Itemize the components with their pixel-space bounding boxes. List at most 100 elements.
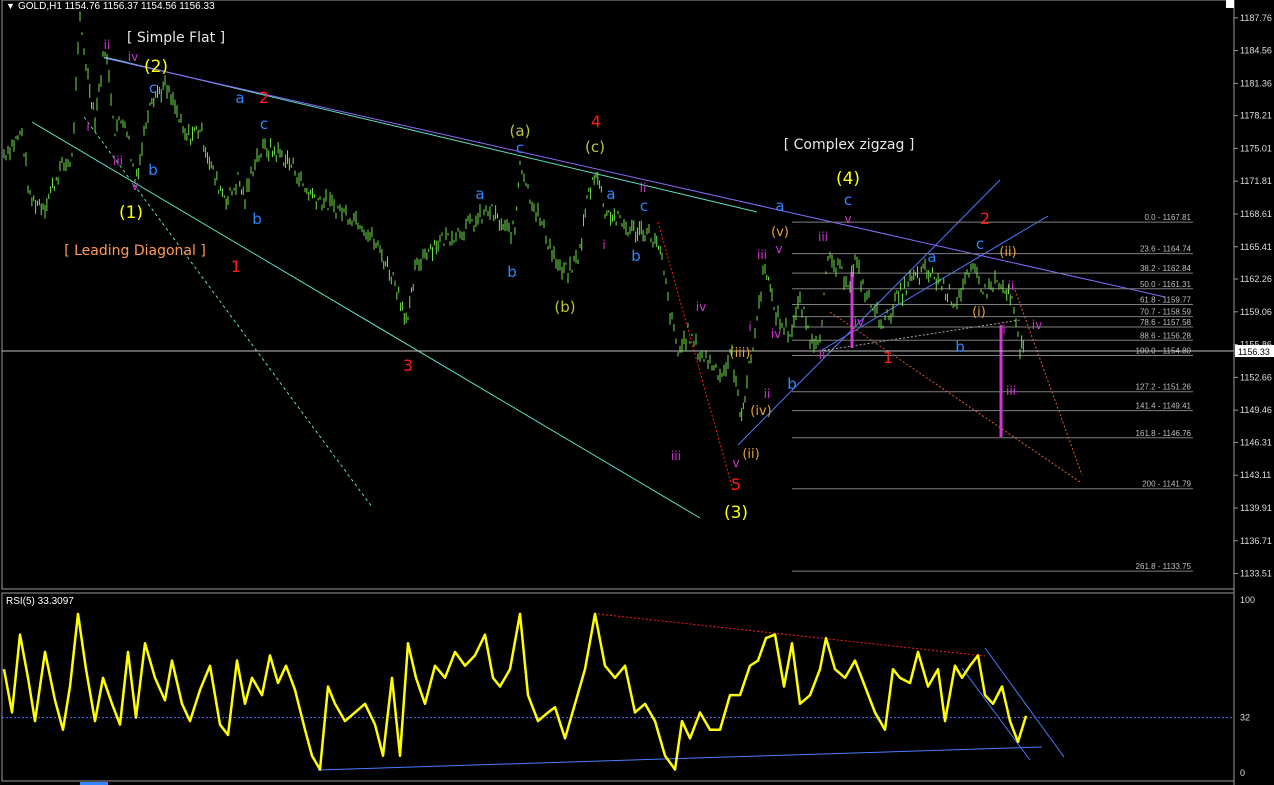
wave-label: 1 <box>883 348 893 367</box>
price-tick-label: 1159.06 <box>1240 307 1272 317</box>
fib-level-label: 127.2 - 1151.26 <box>1136 383 1192 392</box>
rsi-channel-a <box>984 647 1065 758</box>
rsi-tick-label: 100 <box>1240 595 1255 605</box>
wave-label: b <box>955 338 965 356</box>
wave-label: (i) <box>972 305 986 320</box>
wave-label: b <box>507 263 517 281</box>
scroll-indicator[interactable] <box>1226 0 1234 8</box>
wave-label: c <box>976 235 984 253</box>
price-tick-label: 1184.56 <box>1240 46 1272 56</box>
fib-level-label: 23.6 - 1164.74 <box>1140 245 1192 254</box>
wave-label: i <box>86 120 89 134</box>
wave-label: iv <box>854 315 864 329</box>
wave-label: v <box>844 212 851 226</box>
wave-label: ii <box>640 181 647 195</box>
price-tick-label: 1171.81 <box>1240 176 1272 186</box>
fib-level-label: 88.6 - 1156.28 <box>1140 331 1192 340</box>
wave-label: v <box>732 456 739 470</box>
wave-label: 2 <box>980 209 990 228</box>
price-tick-label: 1187.76 <box>1240 13 1272 23</box>
wave-label: v <box>131 179 138 193</box>
drawing-objects <box>31 56 1166 771</box>
wave-label: (v) <box>771 225 789 240</box>
chart-menu-icon[interactable]: ▼ <box>6 1 15 11</box>
wave-label: iv <box>128 50 138 64</box>
wave-label: iii <box>113 154 123 168</box>
wave-label: iv <box>1032 318 1042 332</box>
price-tick-label: 1136.71 <box>1240 536 1272 546</box>
wave-label: v <box>775 242 782 256</box>
wave-label: 5 <box>731 475 741 494</box>
grey-dashed-line <box>819 319 1021 352</box>
wave-label: (4) <box>836 169 860 189</box>
wave-label: i <box>602 238 605 252</box>
wave-label: a <box>927 248 936 266</box>
rsi-support-line <box>317 746 1043 771</box>
current-price-label: 1156.33 <box>1238 347 1270 357</box>
red-dashed-line-1 <box>657 221 734 491</box>
wave-label: c <box>640 197 648 215</box>
wave-label: ii <box>1008 279 1015 293</box>
wave-label: i <box>1002 323 1005 337</box>
rsi-line <box>2 612 1028 771</box>
wave-labels: [ Simple Flat ] [ Leading Diagonal ] [ Com… <box>64 30 1042 523</box>
wave-label: a <box>235 89 244 107</box>
wave-label: (a) <box>510 122 531 140</box>
chart-window: ▼ GOLD,H1 1154.76 1156.37 1154.56 1156.3… <box>0 0 1274 785</box>
wave-label: iii <box>671 449 681 463</box>
rsi-header: RSI(5) 33.3097 <box>6 596 74 607</box>
wave-label: a <box>475 185 484 203</box>
price-tick-label: 1165.41 <box>1240 242 1272 252</box>
wave-label: [ Leading Diagonal ] <box>64 243 206 259</box>
wave-label: i <box>748 320 751 334</box>
fib-level-label: 61.8 - 1159.77 <box>1140 296 1192 305</box>
price-axis: 1187.76 1184.56 1181.36 1178.21 1175.01 1171.… <box>1234 13 1272 579</box>
wave-label: 4 <box>591 112 601 131</box>
price-tick-label: 1178.21 <box>1240 111 1272 121</box>
price-tick-label: 1143.11 <box>1240 470 1271 480</box>
wave-label: ii <box>104 38 111 52</box>
diagonal-dashed-line <box>83 116 373 508</box>
wave-label: (ii) <box>999 245 1016 260</box>
rsi-tick-label: 0 <box>1240 768 1245 778</box>
wave-label: b <box>631 247 641 265</box>
wave-label: c <box>260 115 268 133</box>
rsi-axis: 100 32 0 <box>1240 595 1255 778</box>
wave-label: 1 <box>231 257 241 276</box>
trend-line-lower <box>737 179 1001 446</box>
wave-label: (3) <box>724 503 748 523</box>
wave-label: a <box>775 197 784 215</box>
wave-label: c <box>844 191 852 209</box>
fib-level-label: 50.0 - 1161.31 <box>1140 280 1192 289</box>
rsi-panel-border <box>1 592 1235 782</box>
wave-label: c <box>149 79 157 97</box>
wave-label: (2) <box>144 57 168 77</box>
fib-level-label: 261.8 - 1133.75 <box>1136 562 1192 571</box>
price-chart[interactable]: ▼ GOLD,H1 1154.76 1156.37 1154.56 1156.3… <box>0 0 1274 785</box>
chart-header: GOLD,H1 1154.76 1156.37 1154.56 1156.33 <box>18 1 215 12</box>
wave-label: b <box>252 210 262 228</box>
wave-label: [ Complex zigzag ] <box>784 137 915 153</box>
price-tick-label: 1139.91 <box>1240 503 1272 513</box>
price-tick-label: 1146.31 <box>1240 437 1272 447</box>
fib-level-label: 78.6 - 1157.58 <box>1140 318 1192 327</box>
price-tick-label: 1181.36 <box>1240 78 1272 88</box>
wave-label: 2 <box>259 88 269 107</box>
wave-label: iii <box>1006 384 1016 398</box>
price-tick-label: 1149.46 <box>1240 405 1272 415</box>
price-tick-label: 1133.51 <box>1240 569 1272 579</box>
rsi-series <box>2 612 1234 771</box>
fib-level-label: 70.7 - 1158.59 <box>1140 308 1192 317</box>
wave-label: b <box>787 375 797 393</box>
price-tick-label: 1168.61 <box>1240 209 1272 219</box>
fib-level-label: 0.0 - 1167.81 <box>1144 213 1191 222</box>
price-tick-label: 1175.01 <box>1240 143 1272 153</box>
main-panel-border <box>1 0 1235 590</box>
wave-label: (ii) <box>742 447 759 462</box>
wave-label: iv <box>696 300 706 314</box>
fib-level-label: 200 - 1141.79 <box>1142 480 1191 489</box>
current-price-marker: 1156.33 <box>1235 345 1274 357</box>
wave-label: c <box>516 139 524 157</box>
fibonacci-levels: 0.0 - 1167.81 23.6 - 1164.74 38.2 - 1162.8… <box>2 213 1234 572</box>
fib-level-label: 161.8 - 1146.76 <box>1136 429 1192 438</box>
